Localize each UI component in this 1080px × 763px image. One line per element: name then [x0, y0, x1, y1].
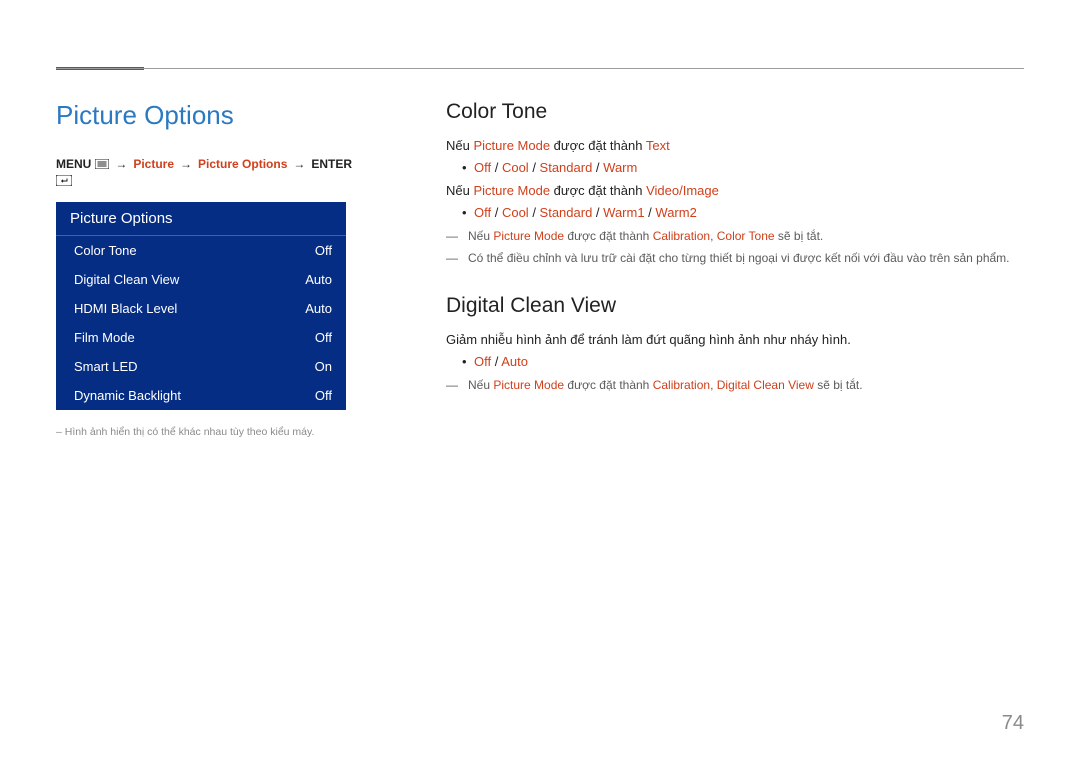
- highlight: Picture Mode: [473, 183, 550, 198]
- breadcrumb-menu: MENU: [56, 157, 91, 171]
- osd-row-film-mode[interactable]: Film Mode Off: [56, 323, 346, 352]
- option: Off: [474, 205, 491, 220]
- osd-row-label: Dynamic Backlight: [74, 388, 181, 403]
- osd-row-value: On: [315, 359, 332, 374]
- option-list: Off / Auto: [446, 352, 1024, 373]
- two-column-layout: Picture Options MENU → Picture → Picture…: [56, 100, 1024, 438]
- osd-row-color-tone[interactable]: Color Tone Off: [56, 236, 346, 265]
- highlight: Picture Mode: [493, 229, 564, 243]
- osd-row-value: Off: [315, 388, 332, 403]
- option-list: Off / Cool / Standard / Warm: [446, 158, 1024, 179]
- body-text: Nếu Picture Mode được đặt thành Video/Im…: [446, 181, 1024, 201]
- page-title: Picture Options: [56, 100, 356, 131]
- image-varies-footnote: Hình ảnh hiển thị có thể khác nhau tùy t…: [56, 426, 346, 438]
- osd-row-label: HDMI Black Level: [74, 301, 177, 316]
- osd-row-value: Auto: [305, 301, 332, 316]
- section-heading-color-tone: Color Tone: [446, 100, 1024, 124]
- osd-title: Picture Options: [56, 202, 346, 236]
- option-list: Off / Cool / Standard / Warm1 / Warm2: [446, 203, 1024, 224]
- osd-row-digital-clean-view[interactable]: Digital Clean View Auto: [56, 265, 346, 294]
- osd-row-value: Off: [315, 330, 332, 345]
- highlight: Video/Image: [646, 183, 719, 198]
- arrow-icon: →: [180, 157, 192, 171]
- osd-row-hdmi-black-level[interactable]: HDMI Black Level Auto: [56, 294, 346, 323]
- osd-row-label: Film Mode: [74, 330, 135, 345]
- note: Có thể điều chỉnh và lưu trữ cài đặt cho…: [446, 249, 1024, 268]
- body-text: Nếu Picture Mode được đặt thành Text: [446, 136, 1024, 156]
- section-heading-digital-clean-view: Digital Clean View: [446, 294, 1024, 318]
- highlight: Picture Mode: [493, 378, 564, 392]
- enter-icon: [56, 175, 72, 186]
- manual-page: Picture Options MENU → Picture → Picture…: [0, 0, 1080, 763]
- option: Warm: [603, 160, 637, 175]
- breadcrumb-item: Picture Options: [198, 157, 287, 171]
- osd-row-value: Auto: [305, 272, 332, 287]
- option: Standard: [540, 205, 593, 220]
- header-rule: [56, 68, 1024, 69]
- arrow-icon: →: [293, 157, 305, 171]
- option: Off: [474, 354, 491, 369]
- note: Nếu Picture Mode được đặt thành Calibrat…: [446, 376, 1024, 395]
- body-text: Giảm nhiễu hình ảnh để tránh làm đứt quã…: [446, 330, 1024, 350]
- osd-row-label: Color Tone: [74, 243, 137, 258]
- highlight: Color Tone: [717, 229, 775, 243]
- option: Cool: [502, 205, 529, 220]
- option: Warm2: [655, 205, 696, 220]
- osd-row-label: Digital Clean View: [74, 272, 179, 287]
- option: Cool: [502, 160, 529, 175]
- osd-row-smart-led[interactable]: Smart LED On: [56, 352, 346, 381]
- option: Standard: [540, 160, 593, 175]
- page-number: 74: [1002, 712, 1024, 735]
- arrow-icon: →: [115, 157, 127, 171]
- option: Off: [474, 160, 491, 175]
- breadcrumb-enter: ENTER: [311, 157, 352, 171]
- highlight: Calibration: [653, 378, 710, 392]
- osd-row-label: Smart LED: [74, 359, 138, 374]
- highlight: Text: [646, 138, 670, 153]
- breadcrumb-item: Picture: [133, 157, 174, 171]
- osd-row-dynamic-backlight[interactable]: Dynamic Backlight Off: [56, 381, 346, 410]
- highlight: Picture Mode: [473, 138, 550, 153]
- option: Auto: [501, 354, 528, 369]
- menu-icon: [95, 159, 109, 169]
- highlight: Digital Clean View: [717, 378, 814, 392]
- osd-panel: Picture Options Color Tone Off Digital C…: [56, 202, 346, 410]
- option: Warm1: [603, 205, 644, 220]
- breadcrumb: MENU → Picture → Picture Options → ENTER: [56, 157, 356, 186]
- note: Nếu Picture Mode được đặt thành Calibrat…: [446, 227, 1024, 246]
- osd-row-value: Off: [315, 243, 332, 258]
- left-column: Picture Options MENU → Picture → Picture…: [56, 100, 356, 438]
- highlight: Calibration: [653, 229, 710, 243]
- right-column: Color Tone Nếu Picture Mode được đặt thà…: [446, 100, 1024, 438]
